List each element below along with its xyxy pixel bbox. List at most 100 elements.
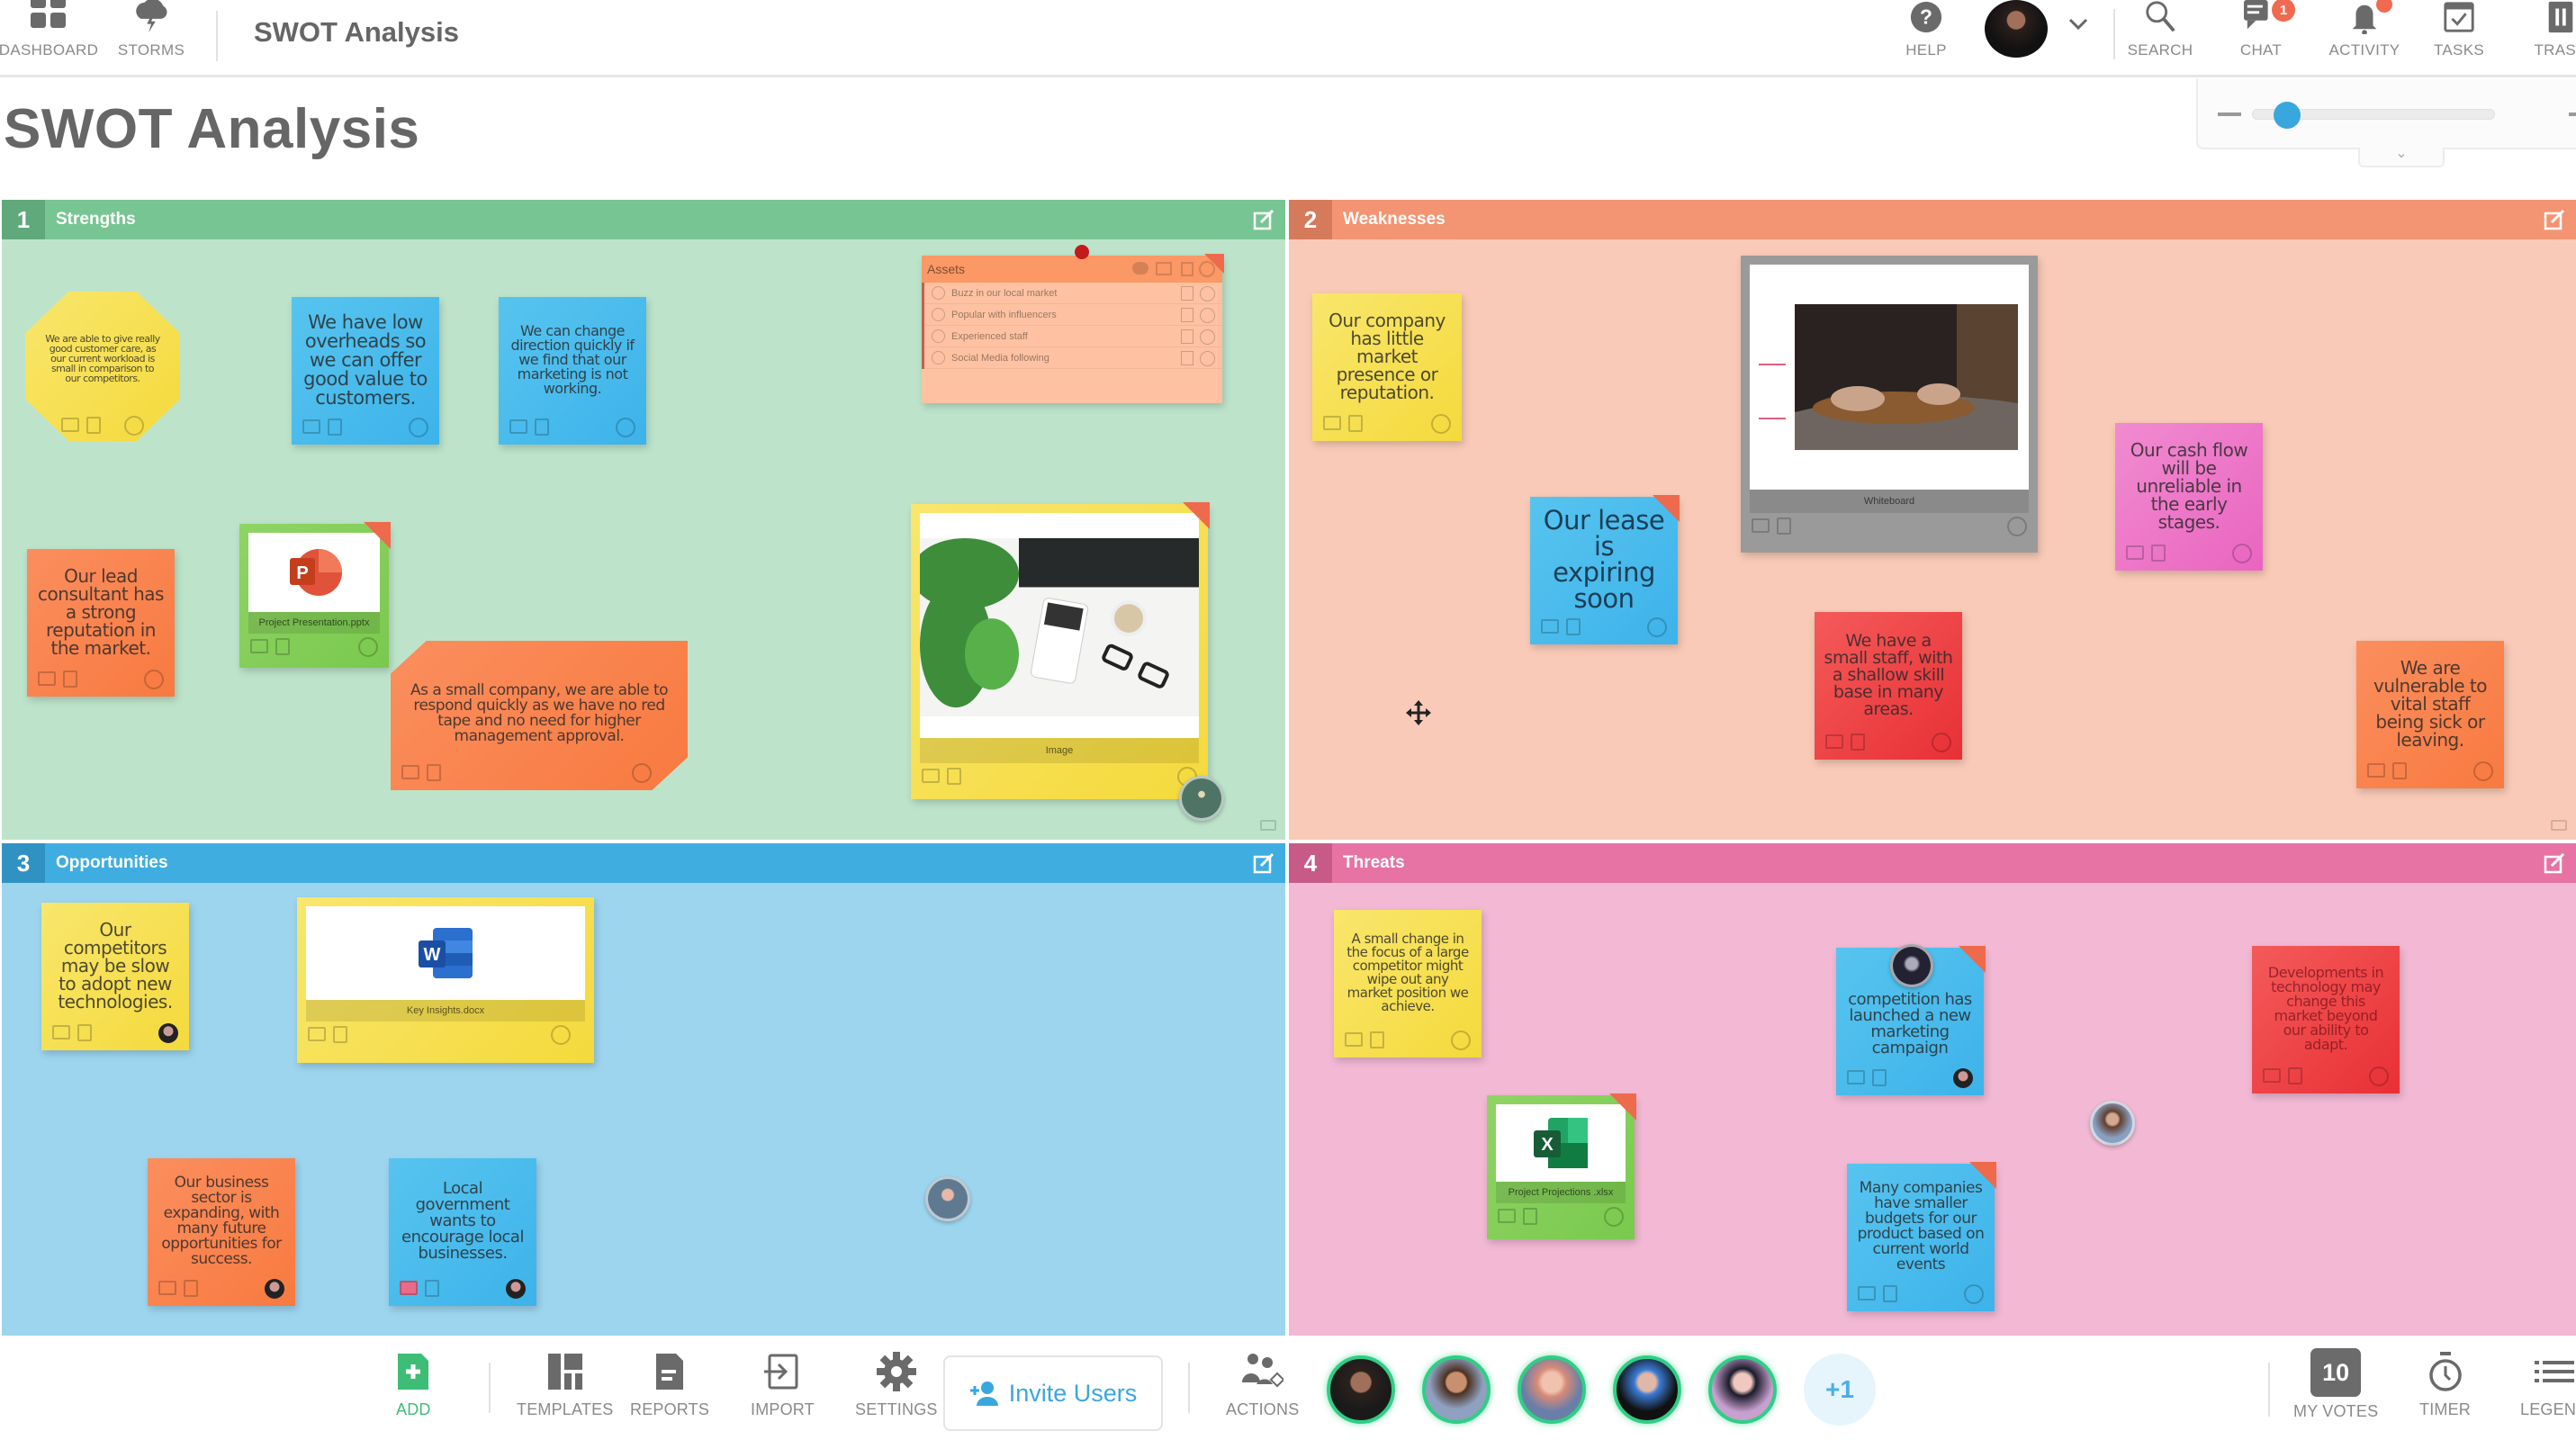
vote-icon[interactable]	[1181, 262, 1193, 276]
sticky-note[interactable]: Many companies have smaller budgets for …	[1847, 1162, 1996, 1311]
sticky-note[interactable]: Developments in technology may change th…	[2252, 946, 2400, 1094]
edit-icon[interactable]	[1253, 852, 1274, 874]
vote-icon[interactable]	[1883, 1285, 1897, 1302]
check-icon[interactable]	[632, 763, 652, 783]
sticky-note[interactable]: We can change direction quickly if we fi…	[499, 297, 646, 445]
participant-avatar[interactable]	[1613, 1355, 1681, 1424]
sticky-note[interactable]: Our competitors may be slow to adopt new…	[41, 903, 189, 1050]
vote-icon[interactable]	[1566, 618, 1581, 635]
check-icon[interactable]	[144, 670, 164, 689]
nav-dashboard[interactable]: DASHBOARD	[0, 0, 103, 72]
vote-icon[interactable]	[86, 417, 101, 434]
nav-help[interactable]: ? HELP	[1899, 0, 1953, 72]
edit-icon[interactable]	[2544, 852, 2565, 874]
comment-icon[interactable]	[308, 1027, 326, 1041]
minimap-icon[interactable]	[2551, 820, 2567, 831]
comment-icon[interactable]	[1156, 262, 1172, 275]
tool-import[interactable]: IMPORT	[751, 1352, 815, 1419]
sticky-note[interactable]: We have low overheads so we can offer go…	[292, 297, 439, 445]
comment-icon[interactable]	[2263, 1068, 2281, 1083]
check-icon[interactable]	[1647, 617, 1667, 637]
vote-icon[interactable]	[333, 1026, 347, 1043]
sticky-note[interactable]: Our lead consultant has a strong reputat…	[27, 549, 175, 697]
vote-icon[interactable]	[425, 1280, 439, 1297]
edit-icon[interactable]	[2544, 209, 2565, 230]
file-card-pptx[interactable]: P Project Presentation.pptx	[239, 522, 391, 668]
comment-icon[interactable]	[1541, 619, 1559, 634]
check-icon[interactable]	[409, 418, 428, 437]
zoom-in-button[interactable]	[2569, 112, 2576, 116]
vote-icon[interactable]	[2151, 544, 2166, 562]
vote-icon[interactable]	[63, 670, 77, 688]
file-card-image[interactable]: Image	[911, 502, 1210, 799]
tool-legend[interactable]: LEGEND	[2520, 1352, 2576, 1419]
vote-icon[interactable]	[2288, 1067, 2302, 1084]
list-item[interactable]: Experienced staff	[924, 326, 1222, 347]
comment-icon[interactable]	[250, 639, 268, 653]
check-icon[interactable]	[2473, 761, 2493, 781]
comment-icon[interactable]	[1323, 416, 1341, 430]
comment-icon[interactable]	[1847, 1070, 1865, 1084]
check-icon[interactable]	[124, 416, 144, 436]
sticky-note[interactable]: Our lease is expiring soon	[1530, 495, 1680, 644]
vote-icon[interactable]	[1370, 1031, 1384, 1048]
chevron-down-icon[interactable]	[2068, 18, 2088, 31]
comment-icon[interactable]	[401, 765, 419, 779]
zoom-panel-collapse[interactable]: ⌄	[2358, 147, 2445, 167]
vote-icon[interactable]	[427, 764, 441, 781]
tool-timer[interactable]: TIMER	[2419, 1352, 2471, 1419]
zoom-slider-thumb[interactable]	[2274, 102, 2301, 129]
check-icon[interactable]	[1451, 1030, 1471, 1050]
sticky-note[interactable]: Our business sector is expanding, with m…	[148, 1158, 295, 1306]
vote-icon[interactable]	[1851, 734, 1865, 751]
check-icon[interactable]	[616, 418, 635, 437]
sticky-note[interactable]: A small change in the focus of a large c…	[1334, 910, 1482, 1058]
comment-icon[interactable]	[509, 419, 527, 434]
list-item[interactable]: Popular with influencers	[924, 304, 1222, 326]
vote-icon[interactable]	[2392, 762, 2407, 779]
comment-icon[interactable]	[61, 418, 79, 432]
sticky-note[interactable]: Our cash flow will be unreliable in the …	[2115, 423, 2263, 571]
cloud-icon[interactable]	[1132, 262, 1148, 274]
check-icon[interactable]	[1604, 1207, 1624, 1227]
check-icon[interactable]	[2007, 517, 2027, 536]
tool-settings[interactable]: SETTINGS	[855, 1352, 938, 1419]
participant-avatar[interactable]	[1518, 1355, 1586, 1424]
tool-add[interactable]: ADD	[396, 1352, 431, 1419]
comment-icon[interactable]	[2367, 763, 2385, 778]
tool-reports[interactable]: REPORTS	[630, 1352, 709, 1419]
file-card-whiteboard[interactable]: Whiteboard	[1741, 256, 2038, 553]
nav-trash[interactable]: TRASH	[2520, 0, 2576, 72]
sticky-note[interactable]: Local government wants to encourage loca…	[389, 1158, 536, 1306]
vote-icon[interactable]	[1872, 1069, 1887, 1086]
user-avatar[interactable]	[1985, 0, 2048, 58]
check-icon[interactable]	[1431, 414, 1451, 434]
list-item[interactable]: Buzz in our local market	[924, 283, 1222, 304]
tool-actions[interactable]: ACTIONS	[1226, 1352, 1299, 1419]
vote-icon[interactable]	[535, 418, 549, 436]
vote-icon[interactable]	[275, 638, 290, 655]
comment-icon[interactable]	[302, 419, 320, 434]
sticky-note[interactable]: Our company has little market presence o…	[1312, 293, 1462, 441]
participant-avatar[interactable]	[1708, 1355, 1777, 1424]
vote-icon[interactable]	[1777, 518, 1791, 535]
comment-icon[interactable]	[2126, 545, 2144, 560]
check-icon[interactable]	[2369, 1066, 2389, 1086]
comment-icon[interactable]	[38, 671, 56, 686]
participant-avatar[interactable]	[1422, 1355, 1491, 1424]
list-card-assets[interactable]: Assets Buzz in our local market Popular …	[922, 245, 1224, 403]
comment-icon[interactable]	[400, 1281, 418, 1295]
nav-search[interactable]: SEARCH	[2124, 0, 2196, 72]
edit-icon[interactable]	[1253, 209, 1274, 230]
tool-my-votes[interactable]: 10 MY VOTES	[2293, 1348, 2378, 1421]
file-card-xlsx[interactable]: X Project Projections .xlsx	[1487, 1094, 1636, 1239]
comment-icon[interactable]	[1752, 518, 1770, 533]
vote-icon[interactable]	[947, 768, 961, 785]
participant-avatar[interactable]	[1327, 1355, 1395, 1424]
zoom-out-button[interactable]	[2218, 112, 2241, 116]
minimap-icon[interactable]	[1260, 820, 1276, 831]
comment-icon[interactable]	[1825, 734, 1843, 749]
sticky-note[interactable]: We are able to give really good customer…	[25, 292, 180, 441]
check-icon[interactable]	[1932, 733, 1951, 752]
vote-icon[interactable]	[1348, 415, 1363, 432]
